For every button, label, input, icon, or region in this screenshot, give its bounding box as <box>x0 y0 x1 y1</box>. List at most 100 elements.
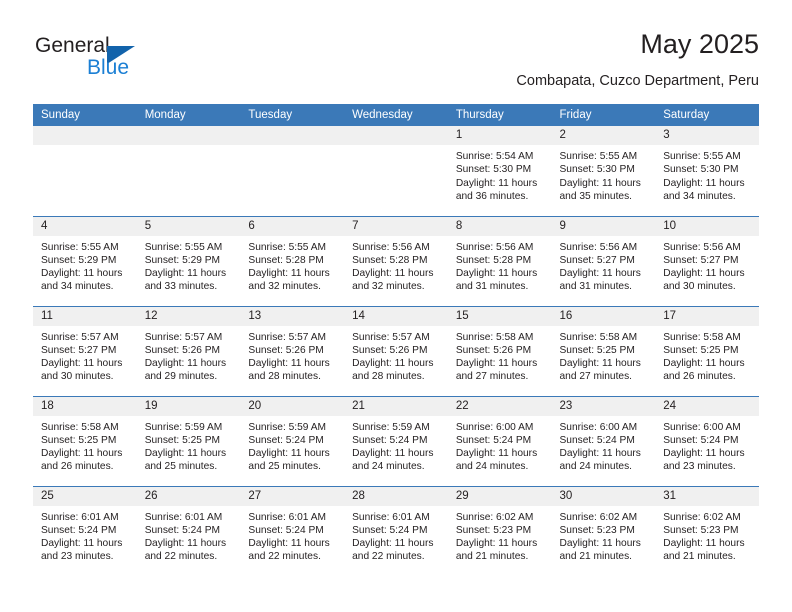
daylight-text-line2: and 24 minutes. <box>352 461 425 473</box>
daylight-text-line1: Daylight: 11 hours <box>352 358 434 370</box>
calendar-day-cell[interactable]: 21 Sunrise: 5:59 AM Sunset: 5:24 PM Dayligh… <box>344 395 448 486</box>
day-number: 31 <box>655 486 759 506</box>
sunrise-text: Sunrise: 5:55 AM <box>248 241 326 253</box>
sunset-text: Sunset: 5:25 PM <box>559 344 635 356</box>
sunset-text: Sunset: 5:24 PM <box>352 524 428 536</box>
calendar-day-cell[interactable]: 9 Sunrise: 5:56 AM Sunset: 5:27 PM Daylight… <box>551 215 656 306</box>
calendar-day-cell[interactable]: 5 Sunrise: 5:55 AM Sunset: 5:29 PM Daylight… <box>136 215 241 306</box>
day-cell-content <box>33 126 137 216</box>
calendar-day-cell[interactable]: 30 Sunrise: 6:02 AM Sunset: 5:23 PM Dayligh… <box>551 485 656 576</box>
calendar-day-cell[interactable]: 7 Sunrise: 5:56 AM Sunset: 5:28 PM Daylight… <box>344 215 448 306</box>
calendar-day-cell[interactable]: 3 Sunrise: 5:55 AM Sunset: 5:30 PM Daylight… <box>655 126 759 216</box>
day-number: 22 <box>447 396 552 416</box>
calendar-day-cell[interactable]: 12 Sunrise: 5:57 AM Sunset: 5:26 PM Dayligh… <box>136 305 241 396</box>
sunrise-text: Sunrise: 6:01 AM <box>248 511 326 523</box>
day-sun-info: Sunrise: 6:00 AM Sunset: 5:24 PM Daylight:… <box>655 416 759 474</box>
sunrise-text: Sunrise: 6:01 AM <box>352 511 430 523</box>
day-sun-info: Sunrise: 5:59 AM Sunset: 5:25 PM Daylight:… <box>137 416 241 474</box>
weekday-header-friday: Friday <box>551 104 656 126</box>
calendar-day-cell[interactable]: 20 Sunrise: 5:59 AM Sunset: 5:24 PM Dayligh… <box>240 395 345 486</box>
day-cell-content: 6 Sunrise: 5:55 AM Sunset: 5:28 PM Daylight… <box>240 216 345 306</box>
daylight-text-line2: and 34 minutes. <box>663 190 736 202</box>
calendar-day-cell[interactable]: 16 Sunrise: 5:58 AM Sunset: 5:25 PM Dayligh… <box>551 305 656 396</box>
calendar-day-cell[interactable] <box>33 126 137 216</box>
calendar-day-cell[interactable]: 13 Sunrise: 5:57 AM Sunset: 5:26 PM Dayligh… <box>240 305 345 396</box>
calendar-day-cell[interactable]: 15 Sunrise: 5:58 AM Sunset: 5:26 PM Dayligh… <box>447 305 552 396</box>
calendar-day-cell[interactable]: 11 Sunrise: 5:57 AM Sunset: 5:27 PM Dayligh… <box>33 305 137 396</box>
calendar-day-cell[interactable] <box>344 126 448 216</box>
daylight-text-line1: Daylight: 11 hours <box>248 448 330 460</box>
daylight-text-line2: and 24 minutes. <box>455 461 529 473</box>
day-number: 3 <box>655 126 759 145</box>
calendar-day-cell[interactable]: 23 Sunrise: 6:00 AM Sunset: 5:24 PM Dayligh… <box>551 395 656 486</box>
daylight-text-line2: and 27 minutes. <box>455 371 529 383</box>
day-number: 16 <box>551 306 656 326</box>
sunset-text: Sunset: 5:23 PM <box>663 524 739 536</box>
daylight-text-line2: and 28 minutes. <box>248 371 321 383</box>
calendar-body: 1 Sunrise: 5:54 AM Sunset: 5:30 PM Daylight… <box>33 126 759 576</box>
sunrise-text: Sunrise: 6:00 AM <box>663 421 741 433</box>
calendar-day-cell[interactable]: 10 Sunrise: 5:56 AM Sunset: 5:27 PM Dayligh… <box>655 215 759 306</box>
day-sun-info: Sunrise: 6:01 AM Sunset: 5:24 PM Daylight:… <box>240 506 344 564</box>
calendar-day-cell[interactable]: 4 Sunrise: 5:55 AM Sunset: 5:29 PM Daylight… <box>33 215 137 306</box>
sunset-text: Sunset: 5:30 PM <box>455 164 532 176</box>
daylight-text-line1: Daylight: 11 hours <box>144 448 227 460</box>
calendar-day-cell[interactable]: 22 Sunrise: 6:00 AM Sunset: 5:24 PM Dayligh… <box>447 395 552 486</box>
sunrise-text: Sunrise: 5:56 AM <box>352 241 430 253</box>
calendar-day-cell[interactable]: 6 Sunrise: 5:55 AM Sunset: 5:28 PM Daylight… <box>240 215 345 306</box>
day-number: 25 <box>33 486 137 506</box>
day-cell-content: 9 Sunrise: 5:56 AM Sunset: 5:27 PM Daylight… <box>551 216 656 306</box>
brand-logo[interactable]: General Blue <box>33 34 233 88</box>
daylight-text-line2: and 21 minutes. <box>559 551 633 563</box>
calendar-grid: Sunday Monday Tuesday Wednesday Thursday… <box>33 104 759 576</box>
daylight-text-line1: Daylight: 11 hours <box>663 538 745 550</box>
calendar-day-cell[interactable] <box>240 126 345 216</box>
day-cell-content <box>136 126 241 216</box>
day-cell-content: 29 Sunrise: 6:02 AM Sunset: 5:23 PM Dayligh… <box>447 486 552 577</box>
daylight-text-line2: and 25 minutes. <box>144 461 218 473</box>
calendar-day-cell[interactable]: 29 Sunrise: 6:02 AM Sunset: 5:23 PM Dayligh… <box>447 485 552 577</box>
day-sun-info: Sunrise: 5:59 AM Sunset: 5:24 PM Daylight:… <box>344 416 448 474</box>
weekday-header-wednesday: Wednesday <box>344 104 448 126</box>
calendar-day-cell[interactable]: 1 Sunrise: 5:54 AM Sunset: 5:30 PM Daylight… <box>447 126 552 216</box>
sunrise-text: Sunrise: 5:55 AM <box>559 151 638 162</box>
day-sun-info: Sunrise: 5:54 AM Sunset: 5:30 PM Daylight:… <box>448 145 552 203</box>
sunset-text: Sunset: 5:28 PM <box>352 254 428 266</box>
daylight-text-line1: Daylight: 11 hours <box>559 358 641 370</box>
sunrise-text: Sunrise: 5:59 AM <box>248 421 326 433</box>
calendar-day-cell[interactable] <box>136 126 241 216</box>
calendar-day-cell[interactable]: 28 Sunrise: 6:01 AM Sunset: 5:24 PM Dayligh… <box>344 485 448 576</box>
calendar-day-cell[interactable]: 2 Sunrise: 5:55 AM Sunset: 5:30 PM Daylight… <box>551 126 656 216</box>
day-sun-info: Sunrise: 6:00 AM Sunset: 5:24 PM Daylight:… <box>448 416 552 474</box>
day-cell-content: 17 Sunrise: 5:58 AM Sunset: 5:25 PM Dayligh… <box>655 306 759 396</box>
calendar-day-cell[interactable]: 24 Sunrise: 6:00 AM Sunset: 5:24 PM Dayligh… <box>655 395 759 486</box>
calendar-day-cell[interactable]: 17 Sunrise: 5:58 AM Sunset: 5:25 PM Dayligh… <box>655 305 759 396</box>
calendar-day-cell[interactable]: 18 Sunrise: 5:58 AM Sunset: 5:25 PM Dayligh… <box>33 395 137 486</box>
weekday-header-saturday: Saturday <box>655 104 759 126</box>
calendar-day-cell[interactable]: 25 Sunrise: 6:01 AM Sunset: 5:24 PM Dayligh… <box>33 485 137 576</box>
calendar-day-cell[interactable]: 27 Sunrise: 6:01 AM Sunset: 5:24 PM Dayligh… <box>240 485 345 576</box>
sunset-text: Sunset: 5:24 PM <box>248 434 324 446</box>
day-number <box>344 126 448 145</box>
daylight-text-line1: Daylight: 11 hours <box>41 538 123 550</box>
calendar-day-cell[interactable]: 19 Sunrise: 5:59 AM Sunset: 5:25 PM Dayligh… <box>136 395 241 486</box>
calendar-day-cell[interactable]: 14 Sunrise: 5:57 AM Sunset: 5:26 PM Dayligh… <box>344 305 448 396</box>
day-cell-content: 13 Sunrise: 5:57 AM Sunset: 5:26 PM Dayligh… <box>240 306 345 396</box>
daylight-text-line2: and 30 minutes. <box>41 371 114 383</box>
day-cell-content: 22 Sunrise: 6:00 AM Sunset: 5:24 PM Dayligh… <box>447 396 552 486</box>
sunrise-text: Sunrise: 6:00 AM <box>559 421 638 433</box>
daylight-text-line1: Daylight: 11 hours <box>41 268 123 280</box>
sunset-text: Sunset: 5:24 PM <box>144 524 221 536</box>
calendar-week-row: 4 Sunrise: 5:55 AM Sunset: 5:29 PM Daylight… <box>33 215 759 306</box>
day-cell-content: 11 Sunrise: 5:57 AM Sunset: 5:27 PM Dayligh… <box>33 306 137 396</box>
sunrise-text: Sunrise: 6:02 AM <box>455 511 534 523</box>
daylight-text-line2: and 32 minutes. <box>352 281 425 293</box>
calendar-day-cell[interactable]: 31 Sunrise: 6:02 AM Sunset: 5:23 PM Dayligh… <box>655 485 759 576</box>
page-header: General Blue May 2025 Combapata, Cuzco D… <box>33 28 759 98</box>
daylight-text-line2: and 22 minutes. <box>248 551 321 563</box>
sunset-text: Sunset: 5:27 PM <box>41 344 117 356</box>
sunset-text: Sunset: 5:23 PM <box>559 524 635 536</box>
day-cell-content: 15 Sunrise: 5:58 AM Sunset: 5:26 PM Dayligh… <box>447 306 552 396</box>
calendar-day-cell[interactable]: 8 Sunrise: 5:56 AM Sunset: 5:28 PM Daylight… <box>447 215 552 306</box>
calendar-day-cell[interactable]: 26 Sunrise: 6:01 AM Sunset: 5:24 PM Dayligh… <box>136 485 241 576</box>
